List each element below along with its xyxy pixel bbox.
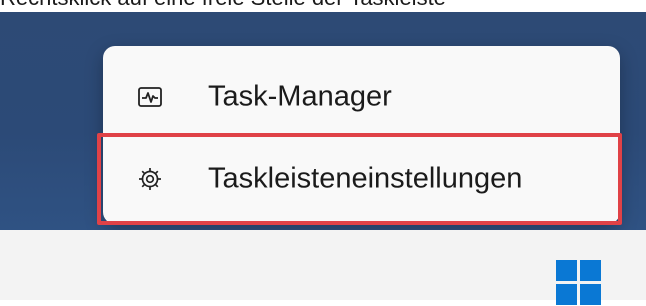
menu-item-label: Task-Manager [208, 80, 392, 113]
task-manager-icon [138, 87, 162, 107]
taskbar[interactable] [0, 230, 646, 305]
instruction-caption: Rechtsklick auf eine freie Stelle der Ta… [0, 0, 646, 12]
instruction-text: Rechtsklick auf eine freie Stelle der Ta… [0, 0, 446, 11]
highlight-frame [97, 133, 622, 225]
windows-logo-icon[interactable] [556, 260, 602, 306]
menu-item-task-manager[interactable]: Task-Manager [103, 64, 620, 130]
